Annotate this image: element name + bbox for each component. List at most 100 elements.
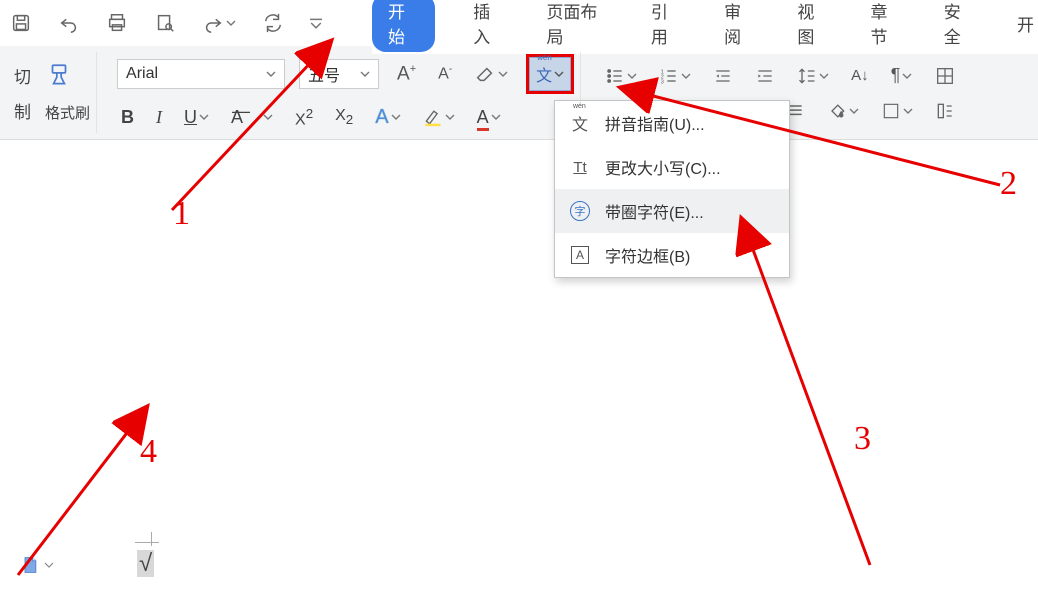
grow-font-button[interactable]: A+ <box>393 61 420 87</box>
text-effects-button[interactable]: A <box>371 104 404 131</box>
chevron-down-icon <box>391 112 401 122</box>
svg-text:3: 3 <box>661 79 664 85</box>
highlight-button[interactable] <box>419 105 459 129</box>
menu-item-pinyin[interactable]: wén文 拼音指南(U)... <box>555 101 789 145</box>
chevron-down-icon <box>903 106 913 116</box>
print-preview-button[interactable] <box>150 8 180 38</box>
save-button[interactable] <box>6 8 36 38</box>
paste-label: 制 <box>14 98 31 123</box>
font-name-value: Arial <box>126 65 158 83</box>
chevron-down-icon <box>819 71 829 81</box>
indent-increase-icon <box>755 66 775 86</box>
chevron-down-icon <box>360 69 370 79</box>
tab-references[interactable]: 引用 <box>647 0 686 54</box>
line-spacing-button[interactable] <box>793 64 833 88</box>
undo-button[interactable] <box>54 8 84 38</box>
find-button[interactable] <box>931 99 959 123</box>
underline-button[interactable]: U <box>180 105 213 130</box>
tab-security[interactable]: 安全 <box>940 0 979 54</box>
menu-label: 更改大小写(C)... <box>605 155 721 179</box>
chevron-down-icon <box>44 560 54 570</box>
border-box-icon <box>881 101 901 121</box>
chevron-down-icon <box>199 112 209 122</box>
menu-item-enclosed-char[interactable]: 字 带圈字符(E)... <box>555 189 789 233</box>
subscript-button[interactable]: X2 <box>331 105 357 129</box>
bold-button[interactable]: B <box>117 105 138 130</box>
table-icon <box>934 65 956 87</box>
chevron-down-icon <box>491 112 501 122</box>
chevron-down-icon <box>445 112 455 122</box>
print-button[interactable] <box>102 8 132 38</box>
eraser-icon <box>474 63 496 85</box>
italic-button[interactable]: I <box>152 105 166 130</box>
change-case-icon: Tt <box>569 156 591 178</box>
document-content[interactable]: √ <box>137 550 154 578</box>
highlight-icon <box>423 107 443 127</box>
format-painter-button[interactable] <box>45 62 73 88</box>
cut-button[interactable]: 切 <box>14 63 31 88</box>
undo-icon <box>58 12 80 34</box>
tab-pagelayout[interactable]: 页面布局 <box>542 0 612 54</box>
borders-button[interactable] <box>930 63 960 89</box>
shrink-font-button[interactable]: A- <box>434 62 456 85</box>
tab-more[interactable]: 开 <box>1013 5 1038 42</box>
chevron-down-icon <box>627 71 637 81</box>
pinyin-icon: wén文 <box>569 112 591 134</box>
tab-chapter[interactable]: 章节 <box>867 0 906 54</box>
strikethrough-button[interactable]: A— <box>227 105 277 130</box>
enclosed-char-icon: 字 <box>569 200 591 222</box>
increase-indent-button[interactable] <box>751 64 779 88</box>
navigation-pane-toggle[interactable] <box>20 554 54 576</box>
tab-view[interactable]: 视图 <box>793 0 832 54</box>
chevron-down-icon <box>554 69 564 79</box>
chevron-down-icon <box>263 112 273 122</box>
clear-format-button[interactable] <box>470 61 512 87</box>
symbol-button[interactable] <box>877 99 917 123</box>
font-group: Arial 五号 A+ A- wén 文 <box>111 52 581 133</box>
page-icon <box>20 554 40 576</box>
menu-item-change-case[interactable]: Tt 更改大小写(C)... <box>555 145 789 189</box>
print-icon <box>106 12 128 34</box>
sync-button[interactable] <box>258 8 288 38</box>
redo-icon <box>202 12 224 34</box>
redo-split-button[interactable] <box>198 8 240 38</box>
decrease-indent-button[interactable] <box>709 64 737 88</box>
numbering-button[interactable]: 123 <box>655 64 695 88</box>
sort-button[interactable]: A↓ <box>847 65 873 86</box>
shading-button[interactable] <box>823 99 863 123</box>
paintbrush-icon <box>45 62 73 88</box>
qat-overflow-button[interactable] <box>306 13 326 33</box>
number-list-icon: 123 <box>659 66 679 86</box>
font-name-select[interactable]: Arial <box>117 59 285 89</box>
menu-label: 字符边框(B) <box>605 243 690 267</box>
paint-bucket-icon <box>827 101 847 121</box>
menu-item-char-border[interactable]: A 字符边框(B) <box>555 233 789 277</box>
phonetic-guide-menu: wén文 拼音指南(U)... Tt 更改大小写(C)... 字 带圈字符(E)… <box>554 100 790 278</box>
chevron-down-icon <box>266 69 276 79</box>
char-border-icon: A <box>569 244 591 266</box>
format-painter-label: 格式刷 <box>45 102 90 123</box>
tab-insert[interactable]: 插入 <box>469 0 508 54</box>
chevron-down-icon <box>849 106 859 116</box>
menu-label: 带圈字符(E)... <box>605 199 704 223</box>
superscript-button[interactable]: X2 <box>291 104 317 131</box>
quick-access-toolbar: 开始 插入 页面布局 引用 审阅 视图 章节 安全 开 <box>0 0 1038 46</box>
inserted-symbol: √ <box>137 550 154 577</box>
chevron-down-icon <box>498 69 508 79</box>
ribbon-tabs: 开始 插入 页面布局 引用 审阅 视图 章节 安全 开 <box>372 0 1038 54</box>
clipboard-group: 切 制 格式刷 <box>8 52 97 133</box>
font-size-select[interactable]: 五号 <box>299 59 379 89</box>
chevron-down-icon <box>681 71 691 81</box>
font-color-button[interactable]: A <box>473 105 505 130</box>
phonetic-guide-split-button[interactable]: wén 文 <box>526 54 574 94</box>
tab-home[interactable]: 开始 <box>372 0 435 52</box>
chevron-down-icon <box>902 71 912 81</box>
font-size-value: 五号 <box>308 62 340 86</box>
bullet-list-icon <box>605 66 625 86</box>
bullets-button[interactable] <box>601 64 641 88</box>
phonetic-guide-icon: wén 文 <box>536 62 552 86</box>
chevron-down-icon <box>226 18 236 28</box>
tab-review[interactable]: 审阅 <box>720 0 759 54</box>
show-marks-button[interactable]: ¶ <box>887 63 917 88</box>
document-canvas[interactable]: √ <box>0 170 1038 607</box>
